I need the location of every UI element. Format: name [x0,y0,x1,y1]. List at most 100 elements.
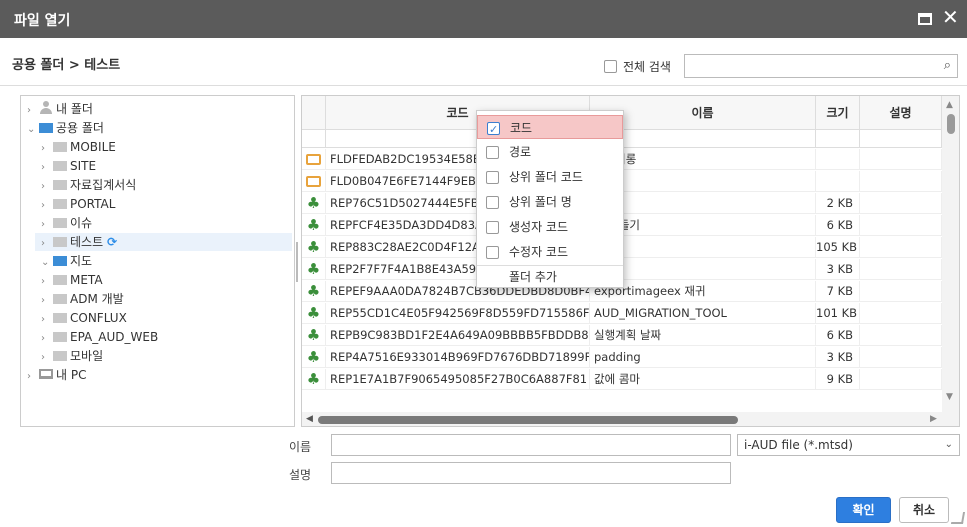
tree-item-my-folder[interactable]: › 내 폴더 [27,100,93,118]
chevron-down-icon[interactable]: ⌄ [945,435,953,455]
refresh-icon[interactable]: ⟳ [107,235,117,249]
scroll-thumb[interactable] [947,114,955,134]
chevron-right-icon[interactable]: › [41,292,51,310]
chevron-right-icon[interactable]: › [41,349,51,367]
breadcrumb: 공용 폴더 > 테스트 [12,58,121,73]
report-icon: ♣ [306,260,321,278]
checkbox[interactable] [486,246,499,259]
tree-item-conflux[interactable]: › CONFLUX [41,309,127,327]
user-icon [39,101,53,114]
vertical-scrollbar[interactable]: ▲ ▼ [942,96,959,412]
folder-icon [53,180,67,190]
report-icon: ♣ [306,370,321,388]
folder-icon [53,332,67,342]
column-chooser-menu: 코드 경로 상위 폴더 코드 상위 폴더 명 생성자 코드 수정자 코드 폴더 … [476,110,624,288]
folder-icon [53,294,67,304]
tree-item-epa-aud-web[interactable]: › EPA_AUD_WEB [41,328,158,346]
horizontal-scrollbar[interactable]: ◀ ▶ [302,412,959,426]
chevron-right-icon[interactable]: › [41,311,51,329]
search-all-label: 전체 검색 [623,60,671,74]
menu-item-modifier-code[interactable]: 수정자 코드 [477,240,623,264]
folder-icon [53,237,67,247]
tree-item-map[interactable]: ⌄ 지도 [41,252,92,270]
report-icon: ♣ [306,348,321,366]
menu-divider [477,265,623,266]
table-row[interactable]: ♣ REP4A7516E933014B969FD7676DBD71899F pa… [302,347,942,368]
chevron-right-icon[interactable]: › [41,159,51,177]
path-bar: 공용 폴더 > 테스트 전체 검색 ⌕ [0,38,967,86]
desc-input[interactable] [331,462,731,484]
pane-resizer[interactable] [296,242,298,282]
maximize-icon[interactable] [918,13,932,25]
tree-item-meta[interactable]: › META [41,271,103,289]
file-type-select[interactable]: i-AUD file (*.mtsd) ⌄ [737,434,960,456]
tree-item-public-folder[interactable]: ⌄ 공용 폴더 [27,119,104,137]
folder-icon [53,199,67,209]
chevron-right-icon[interactable]: › [41,197,51,215]
menu-item-path[interactable]: 경로 [477,140,623,164]
ok-button[interactable]: 확인 [836,497,891,523]
chevron-right-icon[interactable]: › [41,216,51,234]
tree-item-mobile[interactable]: › MOBILE [41,138,116,156]
report-icon: ♣ [306,326,321,344]
header-desc[interactable]: 설명 [860,96,942,130]
close-icon[interactable]: ✕ [942,7,959,27]
menu-item-code[interactable]: 코드 [477,115,623,142]
checkbox-checked[interactable] [487,118,500,142]
tree-item-forms[interactable]: › 자료집계서식 [41,176,136,194]
chevron-right-icon[interactable]: › [41,330,51,348]
search-input[interactable]: ⌕ [684,54,958,78]
folder-icon [53,256,67,266]
resize-grip-icon[interactable] [950,512,966,524]
search-all-checkbox[interactable] [604,60,617,73]
menu-item-creator-code[interactable]: 생성자 코드 [477,215,623,239]
search-icon[interactable]: ⌕ [944,58,951,73]
table-row[interactable]: ♣ REP55CD1C4E05F942569F8D559FD715586F AU… [302,303,942,324]
pc-icon [39,369,53,379]
desc-label: 설명 [289,468,312,482]
menu-item-parent-name[interactable]: 상위 폴더 명 [477,190,623,214]
table-row[interactable]: ♣ REPB9C983BD1F2E4A649A09BBBB5FBDDB8B 실행… [302,325,942,346]
tree-item-portal[interactable]: › PORTAL [41,195,115,213]
name-input[interactable] [331,434,731,456]
folder-icon [53,313,67,323]
chevron-right-icon[interactable]: › [41,235,51,253]
scroll-left-icon[interactable]: ◀ [306,414,313,424]
chevron-down-icon[interactable]: ⌄ [27,121,37,139]
folder-icon [53,161,67,171]
folder-icon [53,142,67,152]
checkbox[interactable] [486,171,499,184]
add-folder-item[interactable]: 폴더 추가 [509,267,557,287]
tree-item-adm-dev[interactable]: › ADM 개발 [41,290,124,308]
tree-item-test[interactable]: › 테스트 ⟳ [35,233,292,251]
report-icon: ♣ [306,282,321,300]
report-icon: ♣ [306,304,321,322]
chevron-right-icon[interactable]: › [41,178,51,196]
checkbox[interactable] [486,146,499,159]
window-title: 파일 열기 [14,13,71,29]
name-label: 이름 [289,440,312,454]
chevron-right-icon[interactable]: › [27,102,37,120]
tree-item-issue[interactable]: › 이슈 [41,214,92,232]
folder-icon [306,176,321,187]
chevron-right-icon[interactable]: › [41,273,51,291]
folder-tree: › 내 폴더 ⌄ 공용 폴더 › MOBILE › SITE › 자료집계서식 › PORT… [20,95,298,427]
menu-item-parent-code[interactable]: 상위 폴더 코드 [477,165,623,189]
tree-item-mobile-kr[interactable]: › 모바일 [41,347,103,365]
scroll-right-icon[interactable]: ▶ [930,414,937,424]
scroll-thumb[interactable] [318,416,738,424]
header-size[interactable]: 크기 [816,96,860,130]
file-grid: 코드 이름 크기 설명 FLDFEDAB2DC19534E58B2 폴더지롱 F… [301,95,960,427]
chevron-down-icon[interactable]: ⌄ [41,254,51,272]
checkbox[interactable] [486,221,499,234]
table-row[interactable]: ♣ REP1E7A1B7F9065495085F27B0C6A887F81 값에… [302,369,942,390]
scroll-down-icon[interactable]: ▼ [946,392,953,402]
chevron-right-icon[interactable]: › [41,140,51,158]
folder-icon [39,123,53,133]
cancel-button[interactable]: 취소 [899,497,949,523]
tree-item-site[interactable]: › SITE [41,157,96,175]
tree-item-my-pc[interactable]: › 내 PC [27,366,86,384]
scroll-up-icon[interactable]: ▲ [946,100,953,110]
chevron-right-icon[interactable]: › [27,368,37,386]
checkbox[interactable] [486,196,499,209]
